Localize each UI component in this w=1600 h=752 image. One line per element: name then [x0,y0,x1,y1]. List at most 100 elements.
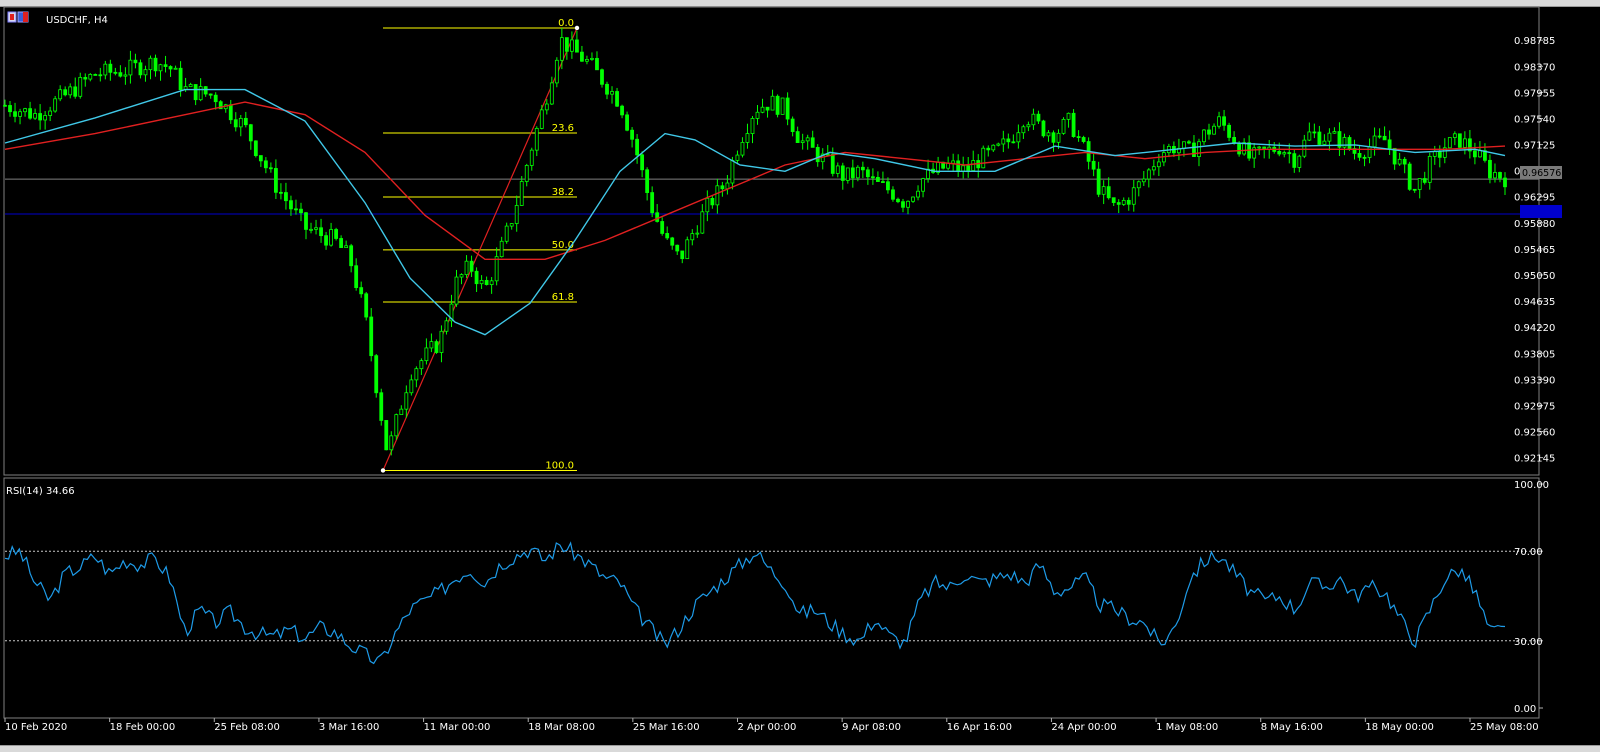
time-tick-label: 18 Feb 00:00 [110,722,176,733]
candle-body [986,147,991,151]
price-pane-frame [3,6,1540,476]
candle-body [93,74,98,76]
time-tick-label: 8 May 16:00 [1261,722,1323,733]
candle-body [730,159,735,184]
candle-body [1367,146,1372,158]
price-axis-ticks: 0.987850.983700.979550.975400.971250.967… [1514,36,1555,464]
candle-body [1001,138,1006,145]
chart-canvas[interactable]: 0.023.638.250.061.8100.0 0.987850.983700… [0,6,1600,745]
candle-body [484,280,489,286]
candle-body [113,71,118,74]
candle-body [73,86,78,97]
candle-body [138,62,143,76]
candle-body [28,108,32,119]
candle-body [1071,112,1076,137]
candle-body [1006,138,1011,143]
candle-body [585,59,589,62]
candle-body [43,115,48,121]
candle-body [133,59,138,64]
fib-trend-line [382,27,578,471]
price-tick-label: 0.92145 [1514,454,1555,465]
candle-body [650,192,655,214]
candle-body [881,181,885,183]
candle-body [865,169,870,178]
candle-body [901,201,905,208]
candle-body [1121,199,1126,205]
candle-body [394,414,399,437]
candle-body [1447,137,1452,149]
candle-body [1197,141,1201,157]
candle-body [78,77,83,97]
candle-body [1031,113,1036,126]
candle-body [1493,172,1497,179]
candle-body [855,166,860,179]
candle-body [238,117,243,128]
candle-body [1422,178,1427,183]
time-tick-label: 18 May 00:00 [1365,722,1434,733]
candle-body [414,368,419,381]
candle-body [610,91,614,95]
candle-body [1377,135,1382,138]
candle-body [680,250,685,260]
price-tick-label: 0.98370 [1514,62,1555,73]
flag-icon-right [23,12,28,22]
candle-body [354,265,359,288]
candle-body [143,69,148,76]
candle-body [1217,116,1221,127]
candle-body [590,58,594,60]
candle-body [83,77,88,80]
candle-body [1146,169,1151,180]
candle-body [1382,135,1387,141]
moving-average-slow-line [4,101,1506,261]
candle-body [1327,132,1332,142]
candle-body [1101,186,1106,195]
candle-body [886,181,890,191]
candle-body [860,166,865,171]
candle-body [1478,150,1482,158]
rsi-tick-label: 70.00 [1514,547,1543,558]
price-pane[interactable]: 0.023.638.250.061.8100.0 0.987850.983700… [3,6,1556,476]
candle-body [524,165,529,182]
candle-body [690,233,695,241]
candle-body [685,239,690,260]
candle-body [53,98,58,112]
support-line-price-tag [1520,205,1562,218]
candle-body [18,111,22,117]
fib-level-label: 38.2 [552,187,574,198]
candle-body [8,105,12,113]
candle-body [1417,178,1422,190]
fibonacci-retracement[interactable]: 0.023.638.250.061.8100.0 [380,18,580,473]
candle-body [1051,132,1056,143]
candle-body [409,379,414,394]
candle-body [665,233,670,239]
candle-body [13,111,17,117]
candle-body [1372,135,1377,148]
price-tick-label: 0.93805 [1514,349,1555,360]
candle-body [514,205,519,224]
candle-body [228,104,233,121]
candle-body [464,260,469,276]
candle-body [324,235,328,246]
candle-body [1302,139,1307,157]
candle-body [645,169,650,193]
candle-body [554,59,559,84]
candle-body [770,95,775,111]
fib-anchor-high [574,25,580,31]
candle-body [1242,142,1247,155]
price-tick-label: 0.94635 [1514,297,1555,308]
candle-body [1106,186,1111,199]
candle-body [1182,141,1186,149]
time-tick-label: 1 May 08:00 [1156,722,1218,733]
candle-body [123,74,128,77]
rsi-pane[interactable]: RSI(14) 34.66 100.00 70.00 30.00 0.00 [3,477,1549,719]
rsi-pane-frame [3,477,1540,719]
candle-body [369,316,374,357]
candle-body [1016,132,1021,143]
candle-body [188,84,193,88]
candle-body [284,192,288,202]
time-tick-label: 11 Mar 00:00 [424,722,491,733]
candle-body [1192,142,1196,157]
candle-body [1357,153,1362,158]
candle-body [1227,124,1231,138]
candle-body [1292,153,1297,168]
